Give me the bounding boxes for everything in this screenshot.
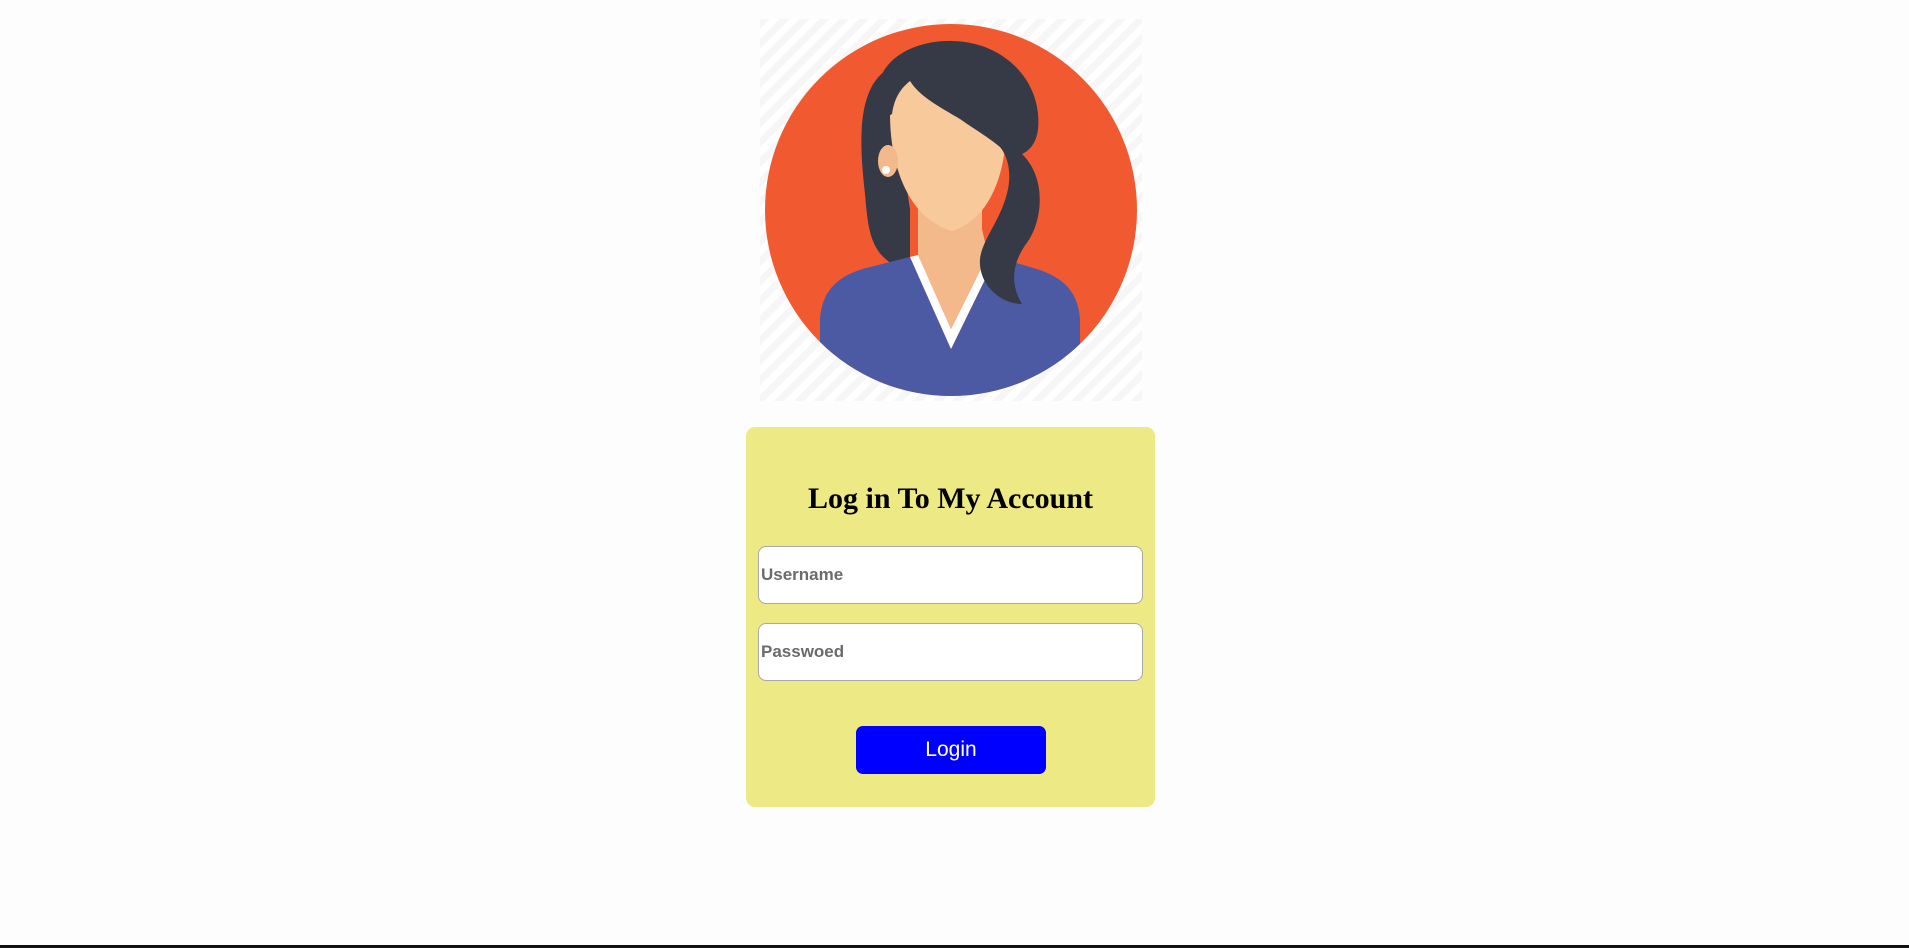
login-card: Log in To My Account Login xyxy=(746,427,1155,807)
username-input[interactable] xyxy=(758,546,1143,604)
user-avatar xyxy=(760,19,1142,401)
login-title: Log in To My Account xyxy=(807,482,1094,515)
female-user-avatar-icon xyxy=(760,19,1142,401)
login-button[interactable]: Login xyxy=(856,726,1046,774)
password-input[interactable] xyxy=(758,623,1143,681)
